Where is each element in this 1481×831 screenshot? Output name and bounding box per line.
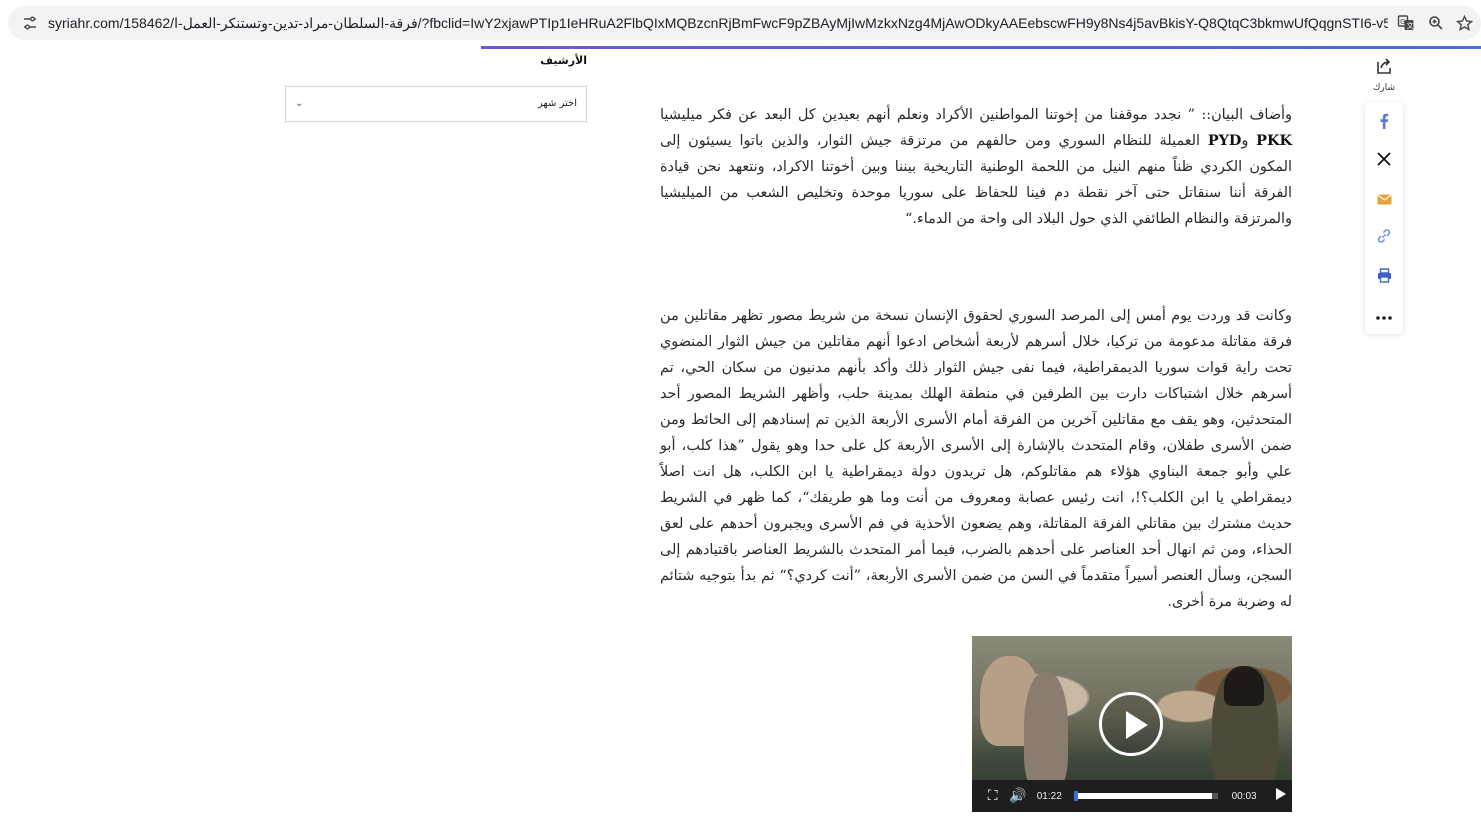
url-text[interactable]: syriahr.com/158462/فرقة-السلطان-مراد-تدي…: [48, 6, 1388, 40]
video-play-overlay-button[interactable]: [1099, 692, 1163, 756]
svg-text:文: 文: [1407, 21, 1414, 30]
video-seek-fill: [1073, 793, 1212, 799]
video-elapsed-time: 01:22: [1036, 790, 1062, 802]
more-icon: [1376, 306, 1392, 324]
page-load-progress: [481, 46, 1481, 49]
browser-toolbar: syriahr.com/158462/فرقة-السلطان-مراد-تدي…: [0, 0, 1481, 46]
archive-select-value: اختر شهر: [537, 98, 577, 109]
email-icon: [1377, 191, 1392, 209]
article-paragraph-video-report: وكانت قد وردت يوم أمس إلى المرصد السوري …: [660, 308, 1292, 610]
copy-link-button[interactable]: [1365, 219, 1403, 257]
play-icon[interactable]: [1271, 787, 1292, 805]
svg-text:G: G: [1400, 18, 1405, 26]
facebook-share-button[interactable]: [1365, 104, 1403, 142]
share-icon: [1364, 58, 1404, 81]
more-share-button[interactable]: [1365, 296, 1403, 334]
share-buttons-rail: [1365, 102, 1403, 334]
facebook-icon: [1377, 113, 1391, 133]
fullscreen-icon[interactable]: ⛶: [982, 788, 1003, 804]
video-remaining-time: 00:03: [1231, 790, 1257, 802]
email-share-button[interactable]: [1365, 181, 1403, 219]
print-icon: [1377, 267, 1392, 287]
chevron-down-icon: ⌄: [295, 98, 304, 109]
volume-icon[interactable]: 🔊: [1007, 788, 1028, 804]
video-figure: [1024, 672, 1068, 792]
article-paragraph-statement: وأضاف البيان:: ” نجدد موقفنا من إخوتنا ا…: [660, 107, 1292, 227]
address-bar[interactable]: syriahr.com/158462/فرقة-السلطان-مراد-تدي…: [8, 6, 1481, 40]
share-label: شارك: [1372, 83, 1396, 93]
print-button[interactable]: [1365, 258, 1403, 296]
archive-month-select[interactable]: اختر شهر ⌄: [285, 86, 587, 122]
video-figure: [1224, 666, 1264, 706]
video-controls: ⛶ 🔊 01:22 00:03: [972, 780, 1292, 812]
star-icon[interactable]: [1450, 6, 1478, 40]
zoom-icon[interactable]: [1422, 6, 1450, 40]
archive-title: الأرشيف: [540, 54, 587, 67]
video-player[interactable]: ⛶ 🔊 01:22 00:03: [972, 636, 1292, 812]
pyd-label: PYD: [1207, 132, 1242, 149]
pkk-label: PKK: [1256, 132, 1292, 149]
tune-icon[interactable]: [16, 6, 44, 40]
translate-icon[interactable]: 文G: [1392, 6, 1420, 40]
video-seek-bar[interactable]: [1073, 791, 1218, 801]
video-seek-marker: [1073, 791, 1078, 801]
x-share-button[interactable]: [1365, 142, 1403, 180]
x-icon: [1377, 152, 1391, 170]
share-header[interactable]: شارك: [1364, 58, 1404, 93]
link-icon: [1376, 228, 1392, 248]
